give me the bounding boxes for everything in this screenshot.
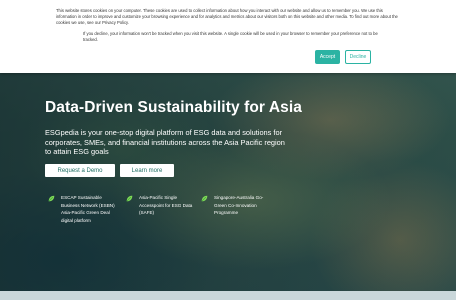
accept-cookies-button[interactable]: Accept [315,50,340,64]
feature-text: ESCAP Sustainable Business Network (ESBN… [61,195,115,223]
request-demo-button[interactable]: Request a Demo [45,164,115,177]
cookie-notice-text: This website stores cookies on your comp… [56,8,398,25]
feature-text: Asia-Pacific Single Accesspoint for ESG … [139,195,193,215]
hero-subtitle: ESGpedia is your one-stop digital platfo… [45,128,285,156]
hero-title: Data-Driven Sustainability for Asia [45,99,303,116]
decline-cookies-button[interactable]: Decline [345,50,371,64]
cookie-banner: This website stores cookies on your comp… [0,0,456,73]
leaf-icon [48,195,55,202]
feature-text: Singapore-Australia Go-Green Co-Innovati… [214,195,264,215]
learn-more-button[interactable]: Learn more [120,164,174,177]
cookie-decline-text: If you decline, your information won't b… [83,31,378,42]
leaf-icon [201,195,208,202]
leaf-icon [126,195,133,202]
next-section-edge [0,291,456,300]
